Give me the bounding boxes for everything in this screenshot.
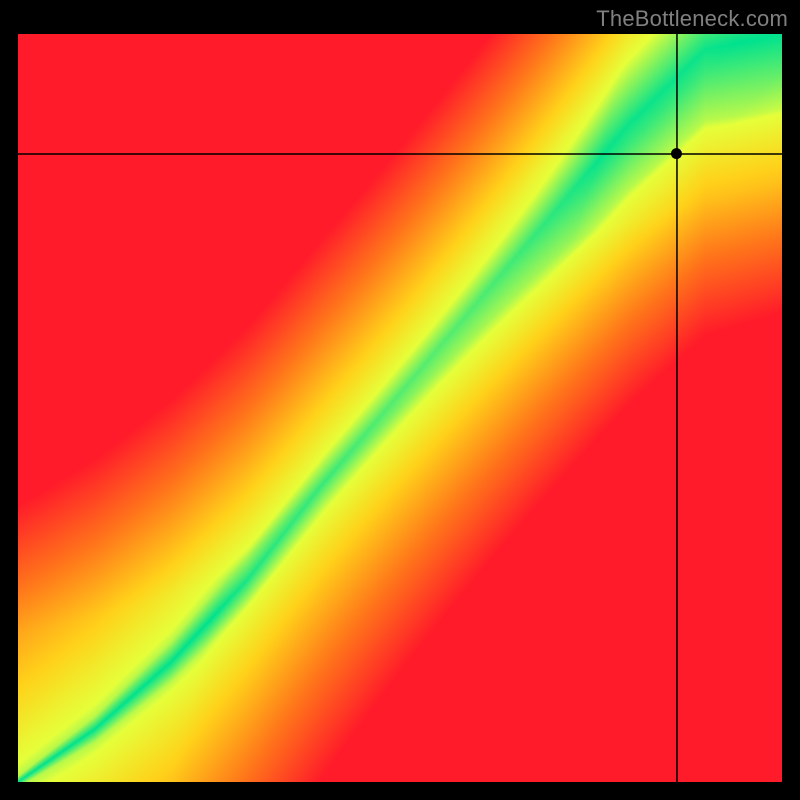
watermark-text: TheBottleneck.com bbox=[596, 6, 788, 32]
heatmap-plot bbox=[18, 34, 782, 782]
chart-container: TheBottleneck.com bbox=[0, 0, 800, 800]
heatmap-canvas bbox=[18, 34, 782, 782]
